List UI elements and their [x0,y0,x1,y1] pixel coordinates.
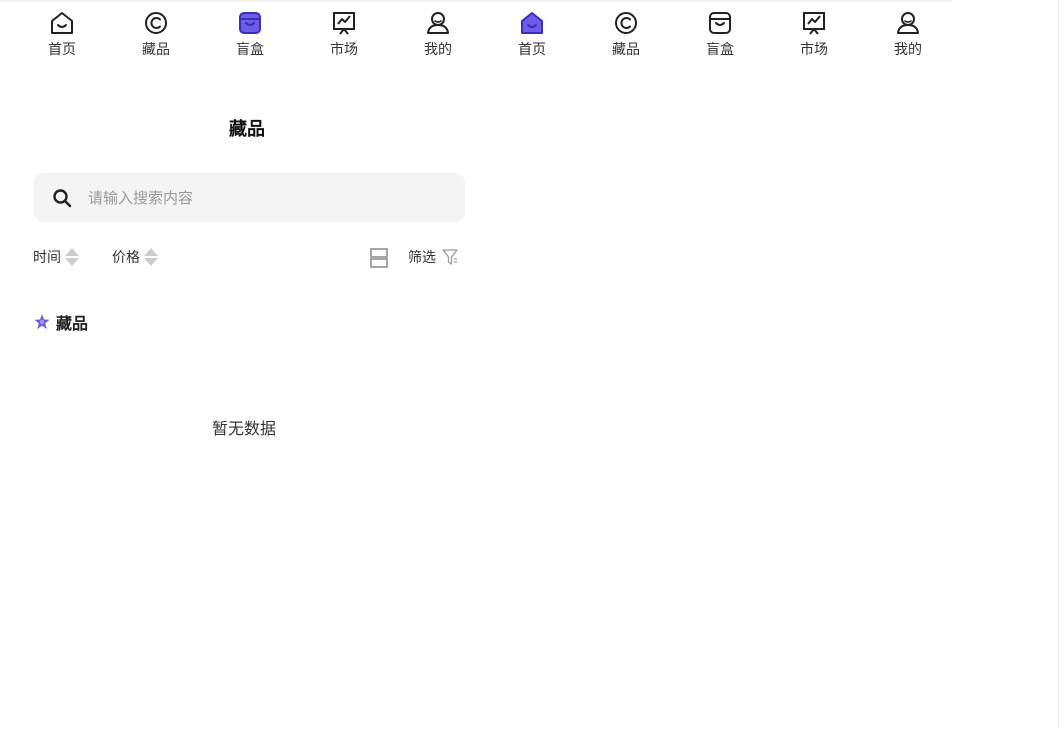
sort-time-label: 时间 [33,250,61,266]
user-icon [423,8,453,38]
tab-home[interactable]: 首页 [485,8,579,58]
right-divider [1058,0,1059,729]
tab-label: 市场 [800,42,828,58]
tab-collection[interactable]: 藏品 [579,8,673,58]
page-title: 藏品 [229,119,265,140]
section-title: 藏品 [56,314,89,333]
tab-market[interactable]: 市场 [297,8,391,58]
tab-label: 首页 [518,42,546,58]
search-bar[interactable] [34,173,465,222]
sort-arrows-icon [144,248,158,266]
tab-blindbox[interactable]: 盲盒 [203,8,297,58]
tab-label: 市场 [330,42,358,58]
tab-label: 我的 [424,42,452,58]
list-layout-icon[interactable] [370,248,388,268]
user-icon [893,8,923,38]
sort-by-price[interactable]: 价格 [112,247,158,267]
sort-filter-bar: 时间 价格 筛选 [33,247,467,269]
tab-market[interactable]: 市场 [767,8,861,58]
copyright-icon [611,8,641,38]
sort-by-time[interactable]: 时间 [33,247,79,267]
tab-label: 藏品 [612,42,640,58]
sort-price-label: 价格 [112,250,140,266]
top-divider [0,0,952,2]
tab-home[interactable]: 首页 [15,8,109,58]
tab-label: 我的 [894,42,922,58]
search-icon [52,188,72,208]
chart-icon [799,8,829,38]
tab-label: 首页 [48,42,76,58]
chart-icon [329,8,359,38]
search-input[interactable] [88,188,388,207]
box-icon [705,8,735,38]
tab-label: 藏品 [142,42,170,58]
tab-label: 盲盒 [236,42,264,58]
section-header: 藏品 [34,310,88,334]
filter-button[interactable]: 筛选 [408,247,458,267]
filter-icon [442,248,458,266]
sort-arrows-icon [65,248,79,266]
copyright-icon [141,8,171,38]
tab-label: 盲盒 [706,42,734,58]
tab-mine[interactable]: 我的 [861,8,955,58]
home-icon [517,8,547,38]
tab-collection[interactable]: 藏品 [109,8,203,58]
empty-state-text: 暂无数据 [212,419,277,438]
bottom-tabbar: 首页 藏品 盲盒 市场 我的 首页 藏品 盲盒 市场 我的 [15,8,955,58]
star-icon [34,313,50,331]
box-icon [235,8,265,38]
filter-label: 筛选 [408,250,436,266]
tab-mine[interactable]: 我的 [391,8,485,58]
tab-blindbox[interactable]: 盲盒 [673,8,767,58]
home-icon [47,8,77,38]
